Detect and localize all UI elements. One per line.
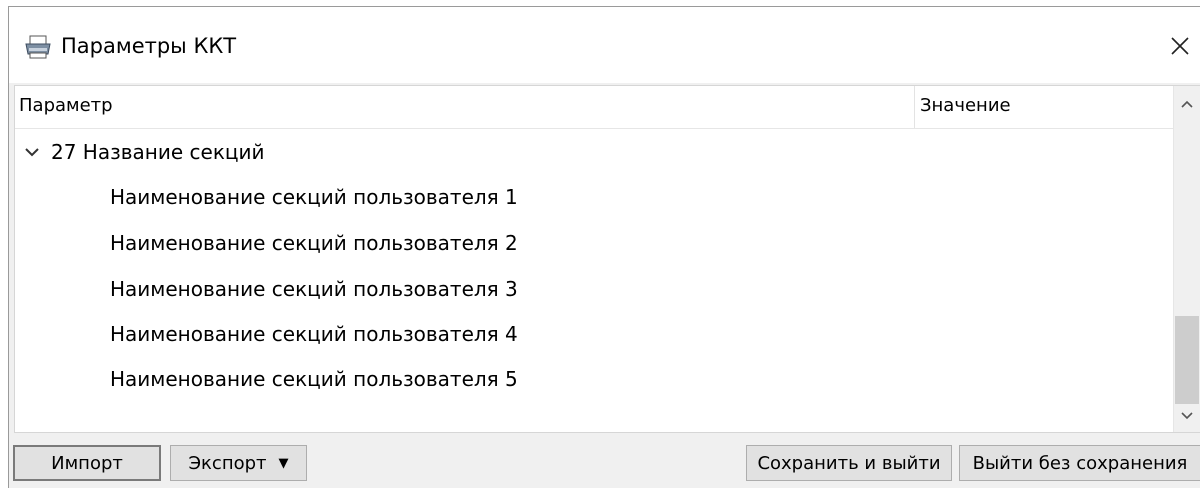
exit-without-saving-label: Выйти без сохранения [972,452,1188,474]
column-header-value[interactable]: Значение [920,95,1011,116]
table-row[interactable]: Наименование секций пользователя 1 [15,177,1175,221]
column-separator[interactable] [914,86,915,128]
scroll-thumb[interactable] [1175,316,1199,404]
group-label: 27 Название секций [51,140,265,164]
chevron-up-icon [1181,100,1193,108]
scroll-down-button[interactable] [1174,402,1200,430]
parameters-dialog: Параметры ККТ Параметр Значение 27 Назва… [8,6,1200,488]
column-header-param[interactable]: Параметр [19,95,113,116]
exit-without-saving-button[interactable]: Выйти без сохранения [959,445,1200,481]
grid-header: Параметр Значение [15,86,1175,129]
param-label: Наименование секций пользователя 1 [110,185,518,209]
chevron-down-icon[interactable] [23,143,41,161]
close-button[interactable] [1160,23,1200,69]
export-button-label: Экспорт [188,452,267,474]
scroll-up-button[interactable] [1174,90,1200,118]
param-label: Наименование секций пользователя 2 [110,231,518,255]
import-button[interactable]: Импорт [13,445,161,481]
import-button-label: Импорт [51,452,123,474]
parameters-grid[interactable]: Параметр Значение 27 Название секций Наи… [14,85,1200,433]
window-title: Параметры ККТ [61,34,237,58]
button-bar: Импорт Экспорт ▼ Сохранить и выйти Выйти… [9,437,1200,489]
group-row[interactable]: 27 Название секций [15,132,1175,176]
close-icon [1171,37,1189,55]
export-button[interactable]: Экспорт ▼ [170,445,307,481]
vertical-scrollbar[interactable] [1173,86,1200,432]
printer-icon [24,35,52,59]
table-row[interactable]: Наименование секций пользователя 2 [15,223,1175,267]
save-and-exit-button[interactable]: Сохранить и выйти [746,445,952,481]
table-row[interactable]: Наименование секций пользователя 3 [15,269,1175,313]
save-and-exit-label: Сохранить и выйти [757,452,941,474]
table-row[interactable]: Наименование секций пользователя 5 [15,359,1175,403]
table-row[interactable]: Наименование секций пользователя 4 [15,314,1175,358]
caret-down-icon: ▼ [278,455,289,471]
param-label: Наименование секций пользователя 4 [110,322,518,346]
param-label: Наименование секций пользователя 5 [110,367,518,391]
chevron-down-icon [1181,412,1193,420]
param-label: Наименование секций пользователя 3 [110,277,518,301]
title-bar: Параметры ККТ [9,7,1200,83]
